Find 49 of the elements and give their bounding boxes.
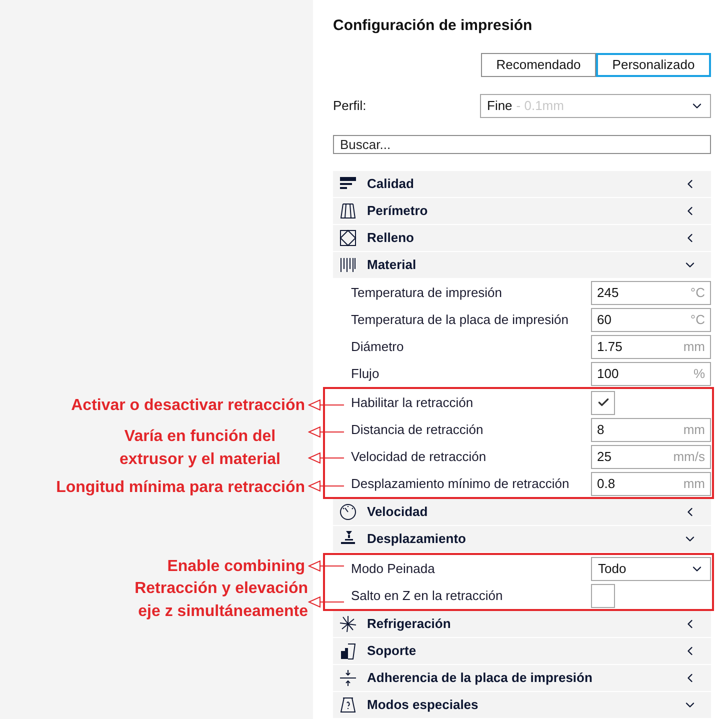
support-icon [339, 642, 357, 660]
setting-label: Velocidad de retracción [351, 448, 488, 466]
checkbox[interactable] [591, 584, 615, 608]
bars-icon [339, 256, 357, 274]
setting-label: Diámetro [351, 338, 405, 356]
setting-label: Flujo [351, 364, 380, 383]
checkbox[interactable] [591, 390, 615, 414]
number-field[interactable]: 8 mm [591, 418, 711, 442]
setting-label: Modo Peinada [351, 560, 436, 578]
flask-icon [339, 696, 357, 714]
panel-title: Configuración de impresión [333, 16, 534, 36]
section-header[interactable]: Refrigeración [333, 611, 711, 637]
section-header[interactable]: Calidad [333, 171, 711, 197]
setting-label: Salto en Z en la retracción [351, 586, 504, 605]
profile-label: Perfil: [333, 96, 368, 115]
number-field[interactable]: 100 % [591, 362, 711, 386]
section-header[interactable]: Perímetro [333, 198, 711, 224]
mode-tab[interactable]: Personalizado [596, 52, 711, 76]
annotation-text: Activar o desactivar retracción [70, 396, 305, 416]
gauge-icon [339, 503, 357, 521]
setting-label: Temperatura de impresión [351, 284, 504, 302]
fan-icon [339, 615, 357, 633]
search-field[interactable]: Buscar... [333, 134, 711, 154]
setting-label: Distancia de retracción [351, 420, 484, 439]
vase-icon [339, 202, 357, 220]
mode-tab[interactable]: Recomendado [481, 52, 596, 76]
dropdown[interactable]: Todo [591, 556, 711, 580]
setting-label: Desplazamiento mínimo de retracción [351, 474, 570, 493]
annotation-text: Retracción y elevación eje z simultáneamente [134, 579, 308, 622]
number-field[interactable]: 25 mm/s [591, 444, 711, 468]
section-header[interactable]: Material [333, 252, 711, 278]
check-icon [596, 396, 610, 409]
grid-icon [339, 229, 357, 247]
number-field[interactable]: 1.75 mm [591, 334, 711, 358]
section-header[interactable]: Adherencia de la placa de impresión [333, 665, 711, 691]
annotation-text: Varía en función del extrusor y el material [118, 427, 282, 470]
section-header[interactable]: Desplazamiento [333, 526, 711, 552]
section-header[interactable]: Soporte [333, 638, 711, 664]
annotation-text: Longitud mínima para retracción [55, 478, 305, 498]
section-header[interactable]: Modos especiales [333, 692, 711, 718]
setting-label: Habilitar la retracción [351, 394, 474, 412]
number-field[interactable]: 0.8 mm [591, 472, 711, 496]
annotation-text: Enable combining [166, 557, 305, 577]
setting-label: Temperatura de la placa de impresión [351, 310, 570, 329]
adhesion-icon [339, 669, 357, 687]
section-header[interactable]: Velocidad [333, 499, 711, 525]
number-field[interactable]: 245 °C [591, 280, 711, 304]
number-field[interactable]: 60 °C [591, 308, 711, 332]
section-header[interactable]: Relleno [333, 225, 711, 251]
